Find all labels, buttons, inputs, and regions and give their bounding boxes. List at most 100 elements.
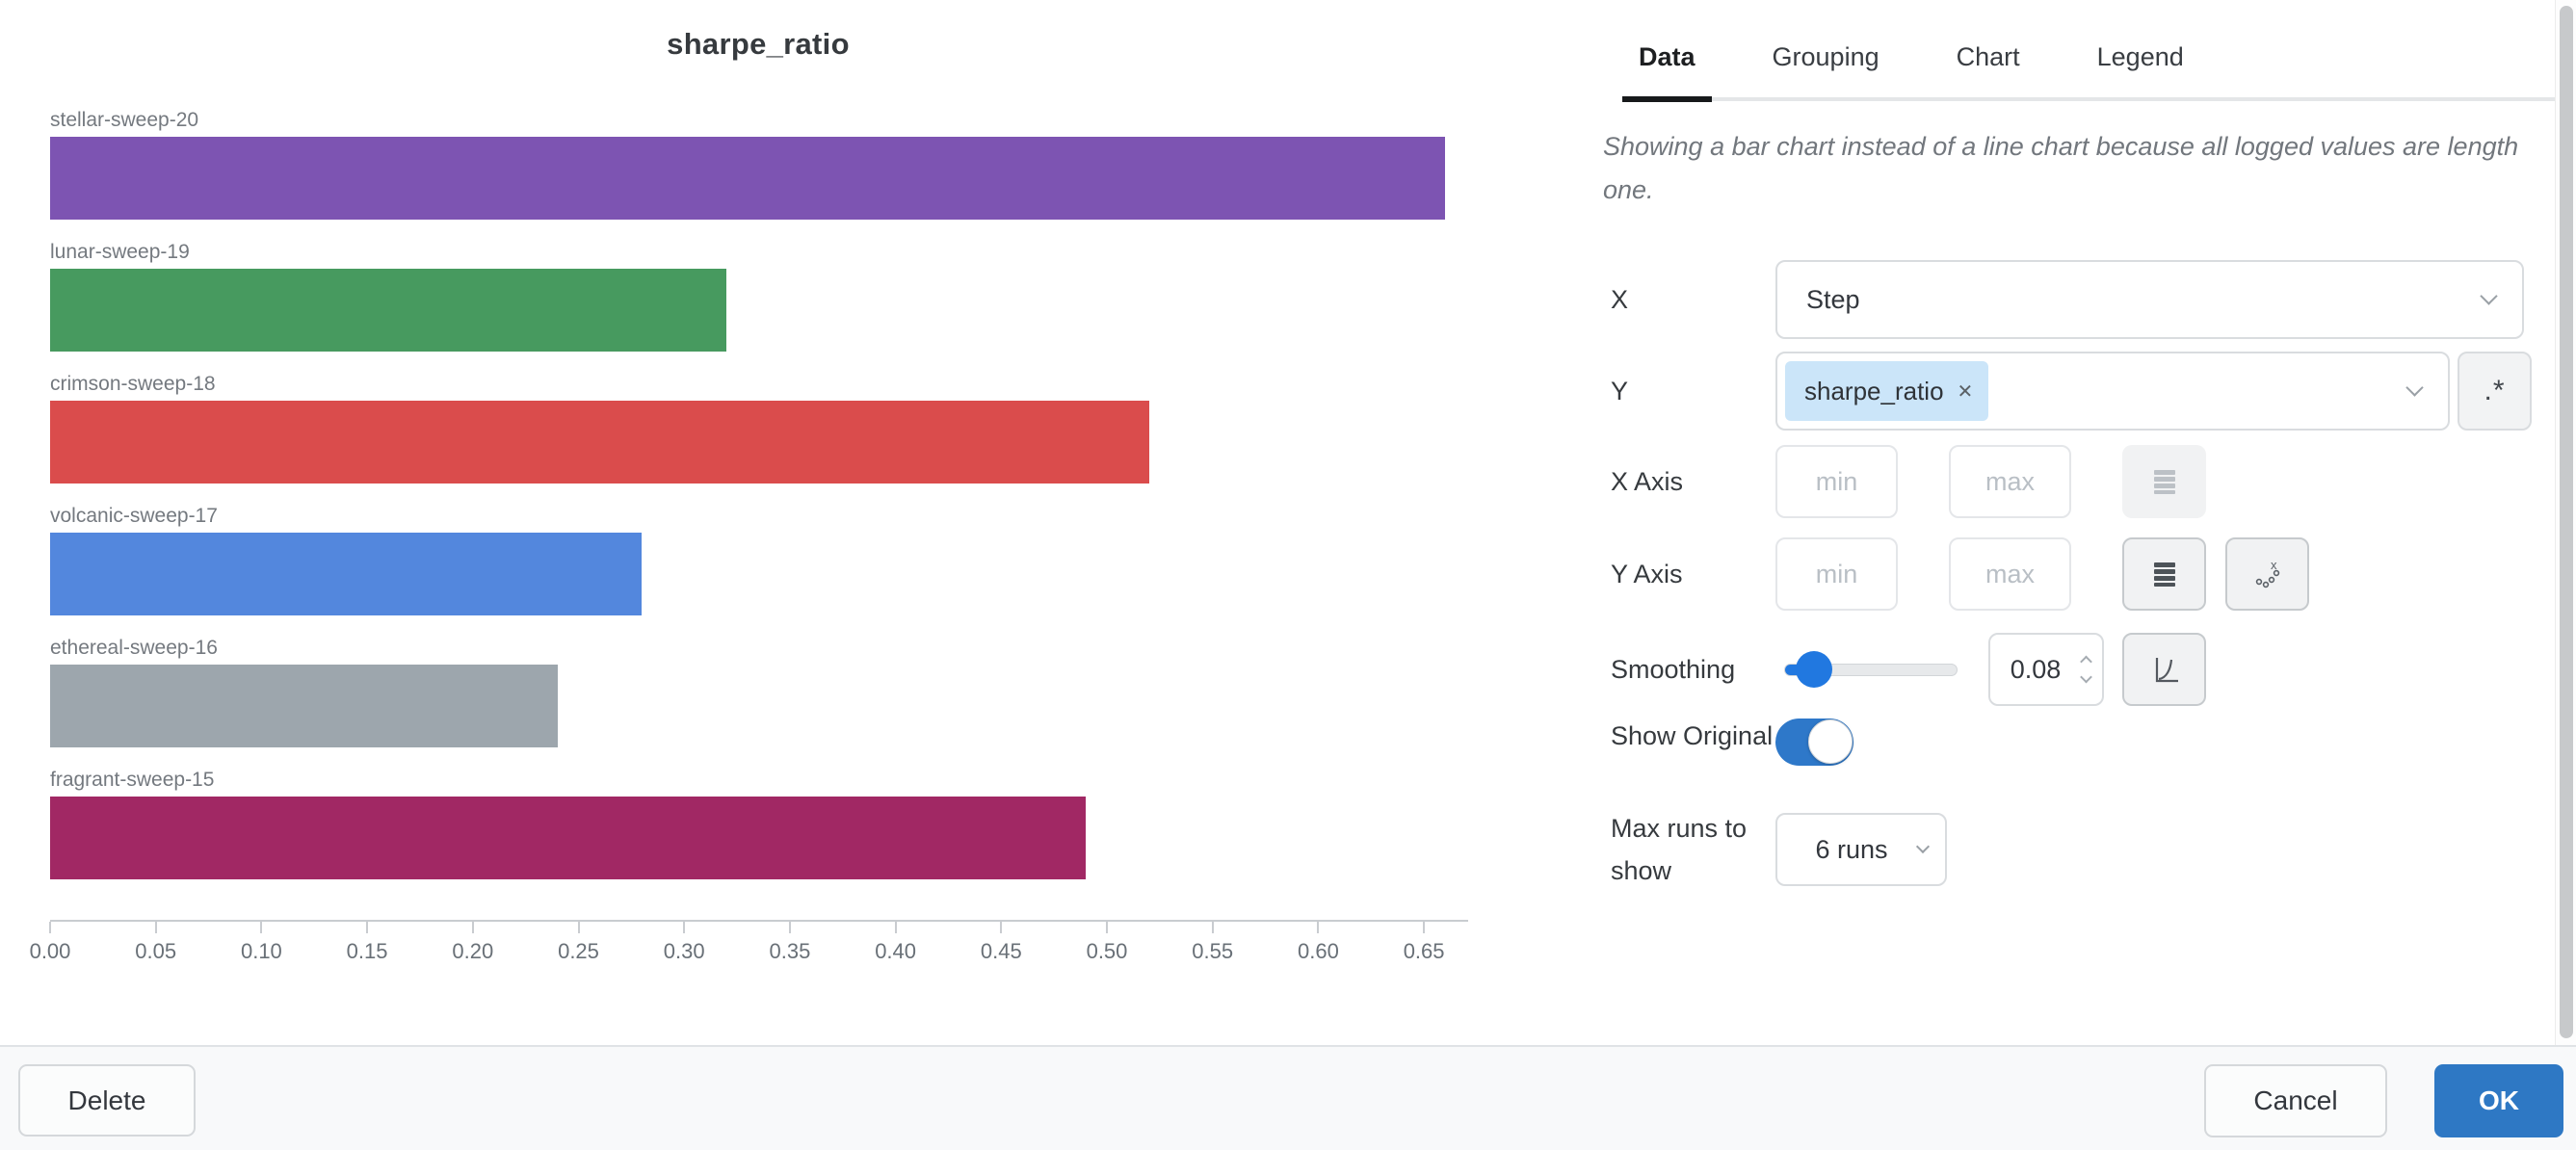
svg-text:x: x bbox=[2271, 558, 2277, 572]
settings-panel: Data Grouping Chart Legend Showing a bar ch… bbox=[1580, 0, 2557, 1045]
x-tick-label: 0.40 bbox=[875, 939, 916, 964]
x-tick-label: 0.10 bbox=[241, 939, 282, 964]
smoothing-row: Smoothing 0.08 bbox=[1611, 632, 2206, 707]
slider-handle[interactable] bbox=[1796, 651, 1832, 688]
x-field-select[interactable]: Step bbox=[1775, 260, 2524, 339]
run-name-label: ethereal-sweep-16 bbox=[50, 636, 1466, 661]
tab-grouping[interactable]: Grouping bbox=[1756, 29, 1896, 97]
y-field-row: Y sharpe_ratio ✕ .* bbox=[1611, 352, 2532, 431]
panel-scrollbar-thumb[interactable] bbox=[2560, 6, 2573, 1038]
x-tick-mark bbox=[49, 922, 51, 933]
bar bbox=[50, 401, 1149, 484]
chevron-down-icon bbox=[2480, 287, 2497, 304]
bar bbox=[50, 269, 726, 352]
regex-filter-button[interactable]: .* bbox=[2458, 352, 2532, 431]
y-axis-min-input[interactable] bbox=[1775, 537, 1898, 611]
tab-chart[interactable]: Chart bbox=[1940, 29, 2037, 97]
x-tick-label: 0.00 bbox=[30, 939, 71, 964]
x-tick-label: 0.25 bbox=[558, 939, 599, 964]
smoothing-label: Smoothing bbox=[1611, 648, 1775, 691]
bar-group: volcanic-sweep-17 bbox=[50, 504, 1466, 615]
x-tick-label: 0.50 bbox=[1087, 939, 1128, 964]
show-original-label: Show Original bbox=[1611, 715, 1775, 766]
y-axis-max-input[interactable] bbox=[1949, 537, 2071, 611]
x-tick-mark bbox=[683, 922, 685, 933]
x-tick-mark bbox=[155, 922, 157, 933]
bar-group: fragrant-sweep-15 bbox=[50, 768, 1466, 879]
tab-legend[interactable]: Legend bbox=[2081, 29, 2200, 97]
x-tick-label: 0.30 bbox=[664, 939, 705, 964]
x-tick-mark bbox=[895, 922, 897, 933]
bar-chart-note: Showing a bar chart instead of a line ch… bbox=[1603, 125, 2526, 212]
chevron-down-icon bbox=[2405, 379, 2423, 396]
x-tick-mark bbox=[472, 922, 474, 933]
x-tick-label: 0.15 bbox=[347, 939, 388, 964]
stepper-arrows-icon[interactable] bbox=[2082, 658, 2090, 682]
y-field-label: Y bbox=[1611, 352, 1775, 431]
y-axis-label: Y Axis bbox=[1611, 537, 1775, 611]
x-tick-label: 0.20 bbox=[452, 939, 493, 964]
smoothing-value: 0.08 bbox=[2011, 655, 2062, 685]
max-runs-select[interactable]: 6 runs bbox=[1775, 813, 1947, 886]
y-axis-log-points-button[interactable]: x bbox=[2225, 537, 2309, 611]
ok-button[interactable]: OK bbox=[2434, 1064, 2563, 1137]
run-name-label: crimson-sweep-18 bbox=[50, 372, 1466, 397]
smoothing-curve-icon bbox=[2147, 652, 2182, 687]
run-name-label: stellar-sweep-20 bbox=[50, 108, 1466, 133]
smoothing-slider[interactable] bbox=[1784, 664, 1958, 676]
bar bbox=[50, 797, 1086, 879]
x-axis-row: X Axis bbox=[1611, 445, 2206, 518]
x-tick-mark bbox=[1106, 922, 1108, 933]
x-tick-label: 0.45 bbox=[981, 939, 1022, 964]
show-original-toggle[interactable] bbox=[1775, 719, 1853, 766]
run-name-label: volcanic-sweep-17 bbox=[50, 504, 1466, 529]
x-axis-min-input[interactable] bbox=[1775, 445, 1898, 518]
chart-title: sharpe_ratio bbox=[50, 27, 1466, 62]
x-axis-label: X Axis bbox=[1611, 445, 1775, 518]
max-runs-row: Max runs to show 6 runs bbox=[1611, 807, 1947, 892]
x-tick-mark bbox=[1212, 922, 1214, 933]
run-name-label: fragrant-sweep-15 bbox=[50, 768, 1466, 793]
run-name-label: lunar-sweep-19 bbox=[50, 240, 1466, 265]
max-runs-value: 6 runs bbox=[1815, 835, 1887, 865]
y-field-select[interactable]: sharpe_ratio ✕ bbox=[1775, 352, 2450, 431]
x-tick-mark bbox=[789, 922, 791, 933]
x-tick-mark bbox=[1000, 922, 1002, 933]
x-tick-label: 0.55 bbox=[1192, 939, 1233, 964]
x-tick-mark bbox=[1317, 922, 1319, 933]
bar-group: lunar-sweep-19 bbox=[50, 240, 1466, 352]
tab-data[interactable]: Data bbox=[1622, 29, 1712, 97]
x-axis-log-scale-button[interactable] bbox=[2122, 445, 2206, 518]
x-axis-max-input[interactable] bbox=[1949, 445, 2071, 518]
chip-remove-icon[interactable]: ✕ bbox=[1958, 379, 1974, 404]
bar bbox=[50, 137, 1445, 220]
x-tick-label: 0.35 bbox=[769, 939, 810, 964]
log-scale-icon bbox=[2149, 466, 2180, 497]
bar-chart: stellar-sweep-20 lunar-sweep-19 crimson-sw… bbox=[50, 108, 1466, 900]
x-tick-label: 0.60 bbox=[1298, 939, 1339, 964]
x-tick-mark bbox=[1423, 922, 1425, 933]
x-tick-mark bbox=[366, 922, 368, 933]
x-axis-ticks: 0.000.050.100.150.200.250.300.350.400.45… bbox=[50, 922, 1466, 970]
bar-group: stellar-sweep-20 bbox=[50, 108, 1466, 220]
running-average-button[interactable] bbox=[2122, 633, 2206, 706]
scatter-points-icon: x bbox=[2250, 557, 2285, 591]
delete-button[interactable]: Delete bbox=[18, 1064, 196, 1137]
x-tick-label: 0.05 bbox=[135, 939, 176, 964]
show-original-row: Show Original bbox=[1611, 715, 1853, 766]
x-field-row: X Step bbox=[1611, 260, 2524, 339]
bar bbox=[50, 533, 642, 615]
bar-group: ethereal-sweep-16 bbox=[50, 636, 1466, 747]
settings-tabs: Data Grouping Chart Legend bbox=[1622, 29, 2555, 101]
smoothing-value-box[interactable]: 0.08 bbox=[1988, 633, 2104, 706]
x-tick-mark bbox=[260, 922, 262, 933]
bar bbox=[50, 665, 558, 747]
log-scale-icon bbox=[2149, 559, 2180, 589]
x-tick-label: 0.65 bbox=[1404, 939, 1445, 964]
x-tick-mark bbox=[578, 922, 580, 933]
y-metric-chip: sharpe_ratio ✕ bbox=[1785, 361, 1988, 421]
bar-group: crimson-sweep-18 bbox=[50, 372, 1466, 484]
cancel-button[interactable]: Cancel bbox=[2204, 1064, 2387, 1137]
y-axis-log-scale-button[interactable] bbox=[2122, 537, 2206, 611]
toggle-knob bbox=[1808, 719, 1853, 764]
